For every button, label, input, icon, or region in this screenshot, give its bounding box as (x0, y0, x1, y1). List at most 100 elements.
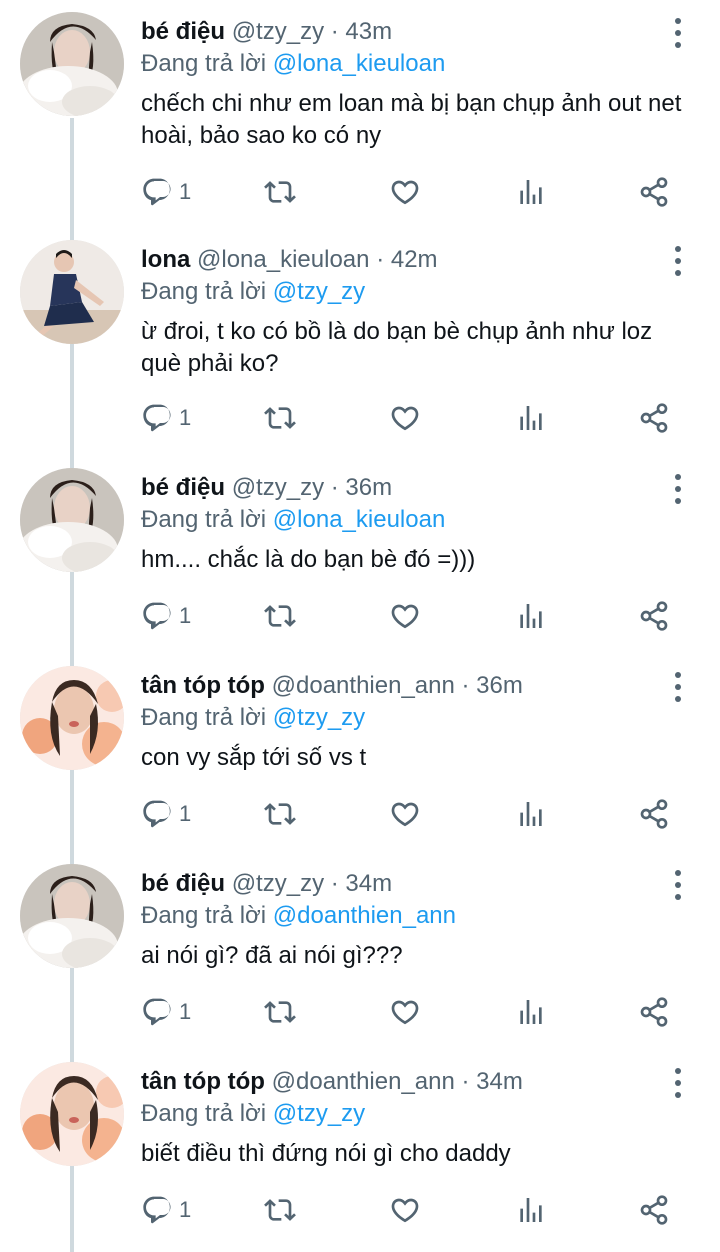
more-vertical-icon[interactable] (664, 1068, 692, 1098)
tweet[interactable]: lona @lona_kieuloan · 42m Đang trả lời @… (0, 228, 720, 433)
display-name[interactable]: lona (141, 246, 190, 273)
mention-link[interactable]: @tzy_zy (273, 704, 365, 731)
dress-avatar[interactable] (20, 240, 124, 344)
share-button[interactable] (638, 992, 670, 1032)
timestamp[interactable]: 36m (476, 672, 523, 699)
fur-avatar[interactable] (20, 12, 124, 116)
views-button[interactable] (515, 794, 547, 834)
reply-button[interactable]: 1 (141, 398, 191, 438)
retweet-icon (264, 181, 296, 203)
more-vertical-icon[interactable] (664, 18, 692, 48)
share-button[interactable] (638, 172, 670, 212)
retweet-button[interactable] (264, 1190, 296, 1230)
share-button[interactable] (638, 398, 670, 438)
retweet-icon (264, 803, 296, 825)
timestamp[interactable]: 34m (476, 1068, 523, 1095)
tweet-header: bé điệu @tzy_zy · 36m (141, 472, 392, 504)
timestamp[interactable]: 36m (345, 474, 392, 501)
share-icon (640, 601, 668, 631)
user-handle[interactable]: @doanthien_ann (272, 1068, 455, 1095)
tweet[interactable]: bé điệu @tzy_zy · 34m Đang trả lời @doan… (0, 852, 720, 1050)
like-button[interactable] (389, 992, 421, 1032)
views-button[interactable] (515, 992, 547, 1032)
user-handle[interactable]: @tzy_zy (232, 18, 324, 45)
display-name[interactable]: tân tóp tóp (141, 1068, 265, 1095)
mention-link[interactable]: @doanthien_ann (273, 902, 456, 929)
like-button[interactable] (389, 172, 421, 212)
timestamp[interactable]: 34m (345, 870, 392, 897)
tweet[interactable]: bé điệu @tzy_zy · 36m Đang trả lời @lona… (0, 456, 720, 654)
share-icon (640, 799, 668, 829)
retweet-button[interactable] (264, 398, 296, 438)
user-handle[interactable]: @tzy_zy (232, 474, 324, 501)
replying-to-label: Đang trả lời (141, 902, 267, 929)
retweet-icon (264, 407, 296, 429)
replying-to-label: Đang trả lời (141, 704, 267, 731)
heart-icon (391, 406, 419, 431)
retweet-button[interactable] (264, 992, 296, 1032)
display-name[interactable]: bé điệu (141, 474, 225, 501)
tweet[interactable]: tân tóp tóp @doanthien_ann · 36m Đang tr… (0, 654, 720, 852)
reply-icon (143, 404, 171, 432)
tweet[interactable]: tân tóp tóp @doanthien_ann · 34m Đang tr… (0, 1050, 720, 1248)
user-handle[interactable]: @lona_kieuloan (197, 246, 370, 273)
mention-link[interactable]: @lona_kieuloan (273, 50, 446, 77)
tweet[interactable]: bé điệu @tzy_zy · 43m Đang trả lời @lona… (0, 0, 720, 207)
replying-to: Đang trả lời @tzy_zy (141, 702, 365, 734)
display-name[interactable]: tân tóp tóp (141, 672, 265, 699)
display-name[interactable]: bé điệu (141, 870, 225, 897)
retweet-button[interactable] (264, 172, 296, 212)
fur-avatar[interactable] (20, 468, 124, 572)
analytics-icon (520, 1000, 542, 1024)
reply-icon (143, 998, 171, 1026)
flower-avatar[interactable] (20, 666, 124, 770)
mention-link[interactable]: @tzy_zy (273, 1100, 365, 1127)
reply-button[interactable]: 1 (141, 596, 191, 636)
more-vertical-icon[interactable] (664, 474, 692, 504)
separator-dot: · (330, 474, 339, 501)
action-bar: 1 (0, 596, 720, 636)
reply-button[interactable]: 1 (141, 172, 191, 212)
reply-button[interactable]: 1 (141, 794, 191, 834)
timestamp[interactable]: 43m (345, 18, 392, 45)
views-button[interactable] (515, 596, 547, 636)
display-name[interactable]: bé điệu (141, 18, 225, 45)
user-handle[interactable]: @tzy_zy (232, 870, 324, 897)
tweet-header: bé điệu @tzy_zy · 34m (141, 868, 392, 900)
like-button[interactable] (389, 794, 421, 834)
replying-to: Đang trả lời @tzy_zy (141, 276, 365, 308)
reply-icon (143, 800, 171, 828)
mention-link[interactable]: @lona_kieuloan (273, 506, 446, 533)
replying-to-label: Đang trả lời (141, 50, 267, 77)
share-icon (640, 177, 668, 207)
like-button[interactable] (389, 1190, 421, 1230)
retweet-button[interactable] (264, 596, 296, 636)
more-vertical-icon[interactable] (664, 672, 692, 702)
flower-avatar[interactable] (20, 1062, 124, 1166)
like-button[interactable] (389, 398, 421, 438)
reply-button[interactable]: 1 (141, 1190, 191, 1230)
more-vertical-icon[interactable] (664, 870, 692, 900)
more-vertical-icon[interactable] (664, 246, 692, 276)
reply-count: 1 (179, 603, 192, 628)
share-icon (640, 1195, 668, 1225)
retweet-icon (264, 1001, 296, 1023)
share-button[interactable] (638, 1190, 670, 1230)
heart-icon (391, 604, 419, 629)
separator-dot: · (376, 246, 385, 273)
like-button[interactable] (389, 596, 421, 636)
share-button[interactable] (638, 596, 670, 636)
tweet-header: bé điệu @tzy_zy · 43m (141, 16, 392, 48)
share-button[interactable] (638, 794, 670, 834)
user-handle[interactable]: @doanthien_ann (272, 672, 455, 699)
views-button[interactable] (515, 398, 547, 438)
retweet-button[interactable] (264, 794, 296, 834)
reply-button[interactable]: 1 (141, 992, 191, 1032)
fur-avatar[interactable] (20, 864, 124, 968)
mention-link[interactable]: @tzy_zy (273, 278, 365, 305)
views-button[interactable] (515, 172, 547, 212)
timestamp[interactable]: 42m (391, 246, 438, 273)
tweet-text: con vy sắp tới số vs t (141, 744, 367, 771)
tweet-header: lona @lona_kieuloan · 42m (141, 244, 438, 276)
views-button[interactable] (515, 1190, 547, 1230)
